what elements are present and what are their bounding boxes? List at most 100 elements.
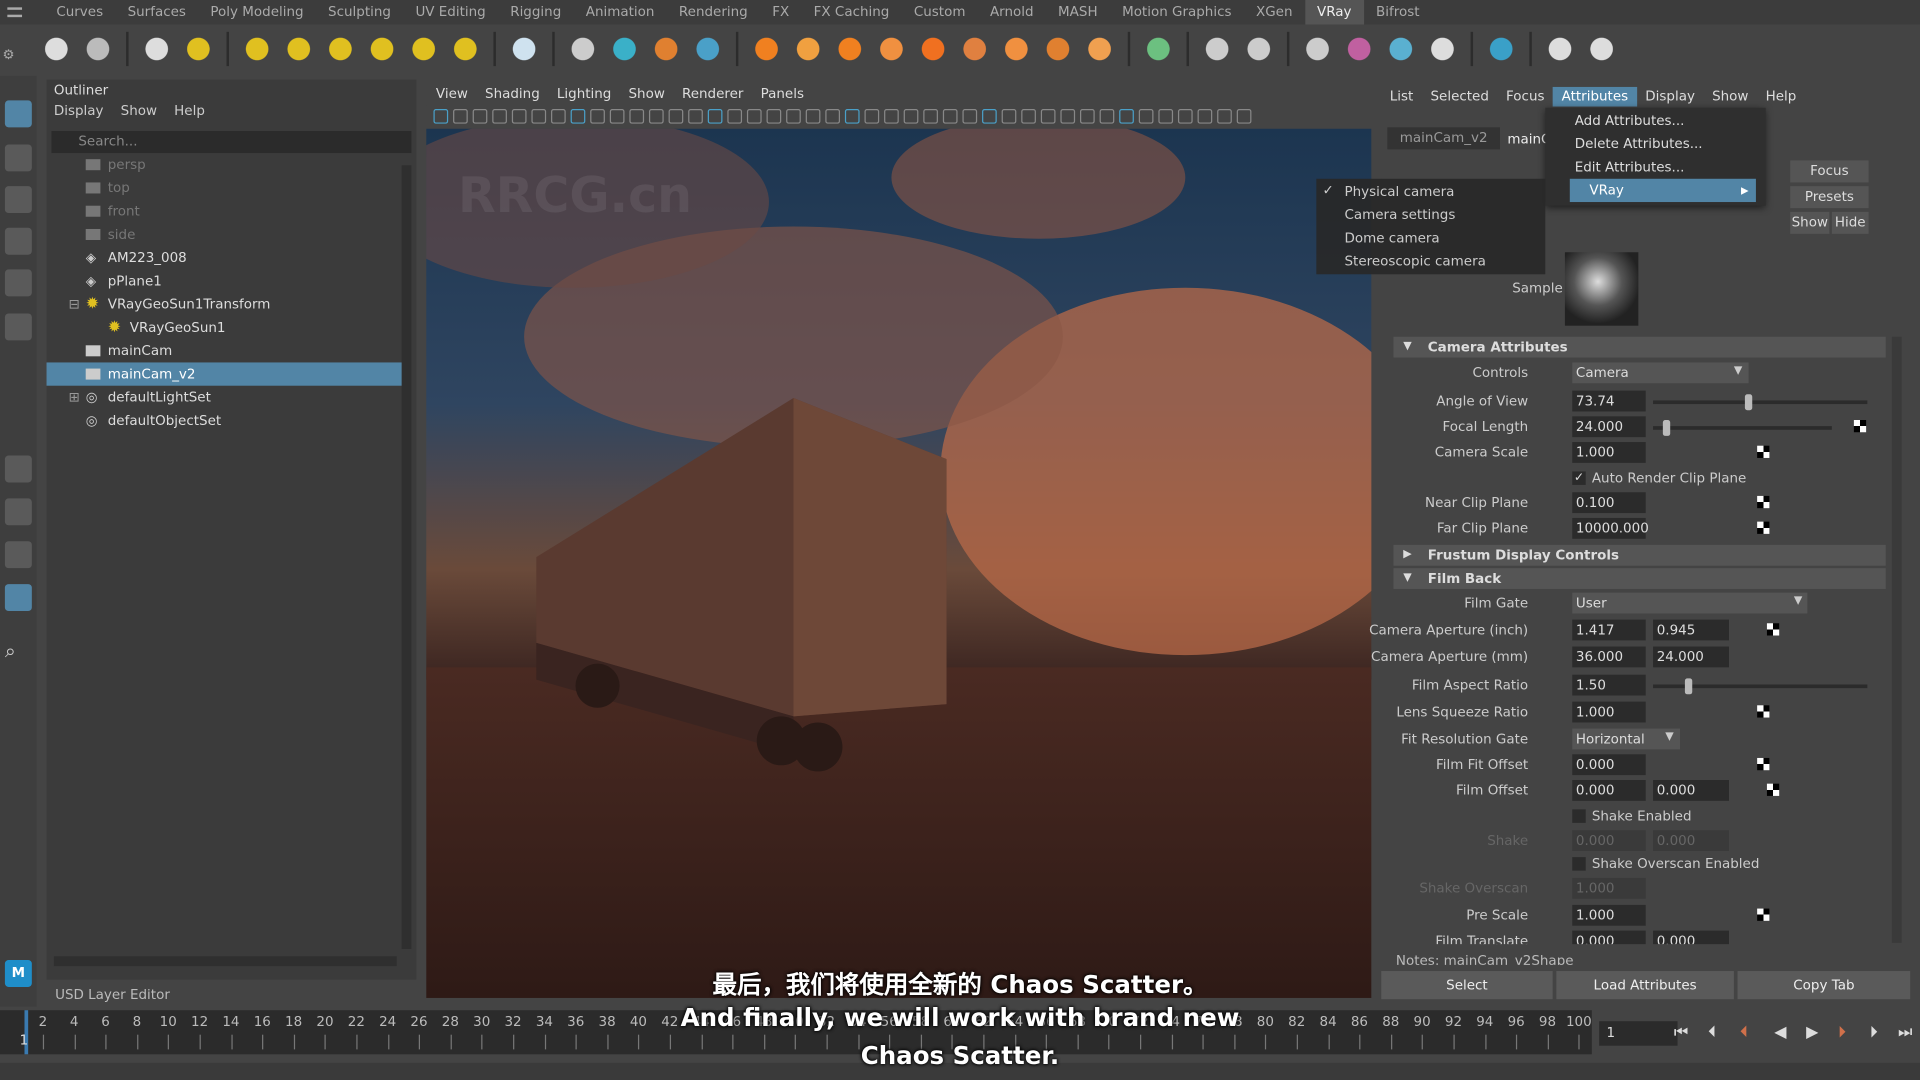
shelf-tool-icon[interactable]: [1342, 31, 1377, 67]
shelf-tool-icon[interactable]: [565, 31, 601, 67]
shelf-tool-icon[interactable]: [1584, 31, 1619, 67]
shelf-tool-icon[interactable]: [323, 31, 358, 67]
shelf-tab[interactable]: Arnold: [978, 0, 1046, 24]
pre-scale-field[interactable]: 1.000: [1572, 904, 1646, 926]
viewport-tool-icon[interactable]: [1236, 108, 1252, 124]
viewport-tool-icon[interactable]: [1099, 108, 1115, 124]
viewport-tool-icon[interactable]: [727, 108, 743, 124]
viewport-tool-icon[interactable]: [942, 108, 958, 124]
viewport-render[interactable]: RRCG.cn: [426, 128, 1372, 998]
section-frustum-display[interactable]: ▶ Frustum Display Controls: [1393, 544, 1886, 566]
viewport-tool-icon[interactable]: [1080, 108, 1095, 124]
shelf-tool-icon[interactable]: [448, 31, 483, 67]
viewport-menu-renderer[interactable]: Renderer: [682, 85, 743, 101]
submenu-item-physical-camera[interactable]: Physical camera: [1344, 180, 1454, 203]
rotate-tool-icon[interactable]: [4, 269, 32, 297]
menu-item-add-attributes[interactable]: Add Attributes...: [1545, 109, 1765, 132]
slider-thumb[interactable]: [1744, 394, 1753, 411]
viewport-tool-icon[interactable]: [648, 108, 664, 124]
outliner-menu-help[interactable]: Help: [174, 103, 205, 119]
outliner-item[interactable]: mainCam_v2: [46, 362, 402, 386]
viewport-tool-icon[interactable]: [746, 108, 762, 124]
outliner-item[interactable]: front: [47, 200, 402, 223]
viewport-tool-icon[interactable]: [1021, 108, 1036, 124]
viewport-tool-icon[interactable]: [1119, 108, 1134, 124]
map-button-icon[interactable]: [1766, 783, 1780, 796]
focus-button[interactable]: Focus: [1790, 160, 1869, 183]
viewport-tool-icon[interactable]: [453, 108, 468, 124]
map-button-icon[interactable]: [1853, 420, 1867, 433]
outliner-item[interactable]: ✹ VRayGeoSun1: [47, 316, 402, 339]
shelf-tab[interactable]: VRay: [1304, 0, 1364, 25]
shelf-tool-icon[interactable]: [80, 31, 116, 67]
shelf-tab[interactable]: Custom: [902, 0, 978, 24]
ae-menu-show[interactable]: Show: [1704, 87, 1757, 107]
outliner-item[interactable]: top: [47, 176, 402, 199]
viewport-tool-icon[interactable]: [609, 108, 625, 124]
tab-maincam-shape[interactable]: mainC: [1507, 131, 1550, 147]
map-button-icon[interactable]: [1757, 705, 1770, 718]
viewport-tool-icon[interactable]: [962, 108, 978, 124]
film-translate-x-field[interactable]: 0.000: [1572, 930, 1646, 945]
two-view-icon[interactable]: [4, 541, 32, 569]
shelf-tab[interactable]: Animation: [574, 0, 667, 24]
shelf-tab[interactable]: Surfaces: [115, 0, 198, 24]
ae-menu-attributes[interactable]: Attributes: [1553, 86, 1637, 107]
shelf-tool-icon[interactable]: [406, 31, 441, 67]
map-button-icon[interactable]: [1757, 445, 1770, 458]
shelf-tab[interactable]: XGen: [1244, 0, 1305, 24]
shake-overscan-enabled-checkbox[interactable]: [1572, 857, 1586, 871]
shelf-tool-icon[interactable]: [607, 31, 642, 67]
layout-icon[interactable]: [4, 455, 32, 483]
shelf-tool-icon[interactable]: [1425, 31, 1460, 67]
search-icon[interactable]: ⌕: [5, 639, 32, 666]
shelf-tool-icon[interactable]: [139, 31, 174, 67]
shelf-tool-icon[interactable]: [1241, 31, 1276, 67]
slider-thumb[interactable]: [1662, 420, 1671, 436]
ae-menu-selected[interactable]: Selected: [1422, 87, 1498, 107]
viewport-tool-icon[interactable]: [1197, 108, 1213, 124]
move-tool-icon[interactable]: [4, 227, 32, 255]
viewport-tool-icon[interactable]: [903, 108, 919, 124]
viewport-tool-icon[interactable]: [492, 108, 507, 124]
shelf-tab[interactable]: Motion Graphics: [1110, 0, 1244, 24]
viewport-tool-icon[interactable]: [982, 108, 997, 124]
shelf-tool-icon[interactable]: [648, 31, 684, 67]
viewport-tool-icon[interactable]: [1177, 108, 1193, 124]
shelf-tool-icon[interactable]: [999, 31, 1034, 67]
viewport-tool-icon[interactable]: [668, 108, 684, 124]
shelf-tool-icon[interactable]: [1141, 31, 1176, 67]
menu-item-edit-attributes[interactable]: Edit Attributes...: [1545, 156, 1765, 179]
far-clip-field[interactable]: 10000.000: [1572, 517, 1649, 539]
menu-item-delete-attributes[interactable]: Delete Attributes...: [1545, 132, 1765, 155]
shelf-tool-icon[interactable]: [874, 31, 909, 67]
outliner-scrollbar[interactable]: [401, 165, 412, 949]
shake-enabled-checkbox[interactable]: [1572, 809, 1586, 823]
shelf-tab[interactable]: FX: [760, 0, 801, 24]
viewport-tool-icon[interactable]: [531, 108, 547, 124]
film-aspect-slider[interactable]: [1653, 678, 1868, 695]
map-button-icon[interactable]: [1757, 521, 1770, 534]
outliner-menu-display[interactable]: Display: [54, 103, 104, 119]
shelf-tab[interactable]: Bifrost: [1364, 0, 1432, 24]
ae-menu-focus[interactable]: Focus: [1497, 87, 1553, 107]
outliner-item[interactable]: ◎ ⊞ defaultLightSet: [47, 386, 402, 409]
shelf-tool-icon[interactable]: [749, 31, 784, 67]
controls-dropdown[interactable]: Camera: [1572, 362, 1749, 384]
gear-icon[interactable]: ⚙: [2, 47, 14, 63]
scale-tool-icon[interactable]: [4, 313, 32, 341]
submenu-item-stereoscopic-camera[interactable]: Stereoscopic camera: [1344, 250, 1485, 273]
shelf-tab[interactable]: Rendering: [667, 0, 760, 24]
aperture-inch-y-field[interactable]: 0.945: [1653, 619, 1729, 641]
map-button-icon[interactable]: [1757, 757, 1770, 771]
collapse-toggle-icon[interactable]: ⊟: [69, 293, 80, 316]
section-film-back[interactable]: ▼ Film Back: [1393, 568, 1886, 589]
select-tool-icon[interactable]: [4, 100, 32, 128]
show-button[interactable]: Show: [1790, 211, 1830, 234]
shelf-tool-icon[interactable]: [1383, 31, 1418, 67]
camera-scale-field[interactable]: 1.000: [1572, 442, 1646, 463]
viewport-tool-icon[interactable]: [805, 108, 821, 124]
viewport-tool-icon[interactable]: [1158, 108, 1174, 124]
shelf-tab[interactable]: Curves: [44, 0, 115, 24]
shelf-tool-icon[interactable]: [1082, 31, 1117, 67]
